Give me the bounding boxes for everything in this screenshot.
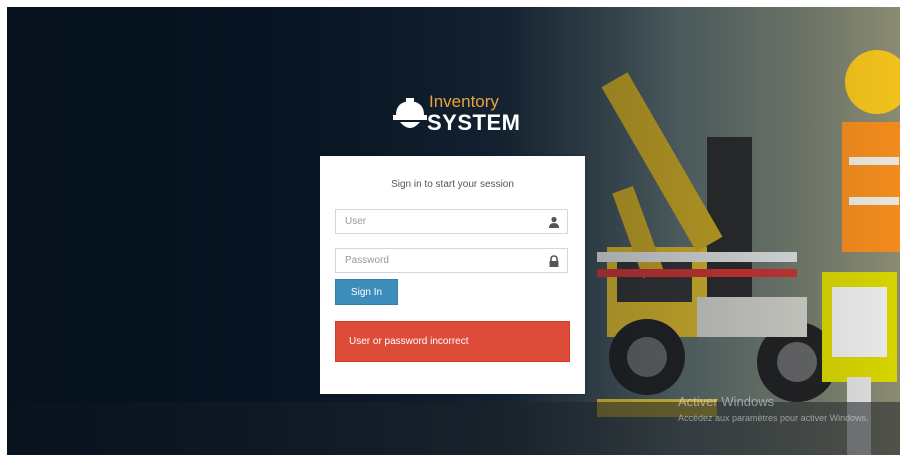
user-icon <box>549 216 559 228</box>
hard-hat-icon <box>393 98 427 128</box>
user-field <box>335 209 568 234</box>
lock-icon <box>549 255 559 267</box>
user-input[interactable] <box>336 210 545 233</box>
sign-in-button[interactable]: Sign In <box>335 279 398 305</box>
login-box-message: Sign in to start your session <box>391 179 514 190</box>
password-field <box>335 248 568 273</box>
windows-activation-watermark: Activer Windows Accédez aux paramètres p… <box>678 394 869 423</box>
watermark-subtitle: Accédez aux paramètres pour activer Wind… <box>678 413 869 423</box>
inventory-system-logo: Inventory SYSTEM <box>393 92 523 136</box>
password-input[interactable] <box>336 249 545 272</box>
logo-text-system: SYSTEM <box>427 110 521 135</box>
error-alert: User or password incorrect <box>335 321 570 362</box>
logo-text-inventory: Inventory <box>429 92 499 111</box>
watermark-title: Activer Windows <box>678 394 775 409</box>
login-box: Sign in to start your session Sign In Us… <box>320 156 585 394</box>
